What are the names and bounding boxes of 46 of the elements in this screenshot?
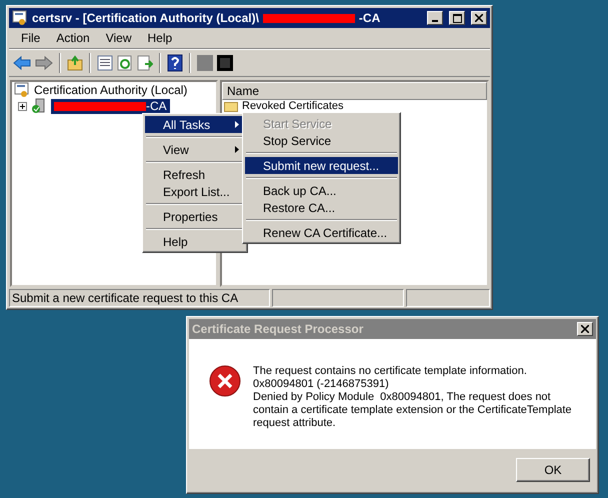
menu-item[interactable]: Back up CA... xyxy=(245,182,398,199)
menu-item[interactable]: All Tasks xyxy=(145,116,245,133)
menu-item[interactable]: Renew CA Certificate... xyxy=(245,224,398,241)
help-icon[interactable] xyxy=(167,54,183,72)
menu-item[interactable]: Help xyxy=(145,233,245,250)
folder-icon xyxy=(224,100,238,112)
window-title: certsrv - [Certification Authority (Local)\ xyxy=(32,11,259,25)
menu-item[interactable]: Export List... xyxy=(145,183,245,200)
error-message: The request contains no certificate template information. 0x80094801 (-2146875391) Denied by Policy Module 0x80094801, The request does not contain a certificate template extension or the CertificateTemplate request attribute. xyxy=(253,365,572,431)
dialog-title: Certificate Request Processor xyxy=(192,322,364,336)
properties-icon[interactable] xyxy=(97,55,113,71)
menu-item[interactable]: Restore CA... xyxy=(245,199,398,216)
server-icon xyxy=(31,98,47,114)
menu-item[interactable]: Submit new request... xyxy=(245,157,398,174)
close-icon xyxy=(581,325,589,333)
minimize-button[interactable] xyxy=(427,11,443,25)
menu-bar-item[interactable]: View xyxy=(98,31,140,45)
back-arrow-icon[interactable] xyxy=(13,55,31,71)
certificate-icon xyxy=(12,10,28,26)
ok-button[interactable]: OK xyxy=(516,458,590,482)
close-button[interactable] xyxy=(577,322,593,336)
column-header[interactable]: Name xyxy=(222,82,487,100)
refresh-icon[interactable] xyxy=(117,55,133,71)
menu-bar-item[interactable]: Help xyxy=(140,31,180,45)
tree-item[interactable]: -CA xyxy=(51,98,170,114)
menu-item[interactable]: Properties xyxy=(145,208,245,225)
menu-item[interactable]: Refresh xyxy=(145,166,245,183)
submenu-arrow-icon xyxy=(235,121,239,128)
status-text: Submit a new certificate request to this CA xyxy=(9,289,270,307)
menu-bar-item[interactable]: File xyxy=(13,31,48,45)
close-button[interactable] xyxy=(471,11,487,25)
maximize-button[interactable] xyxy=(449,11,465,25)
close-icon xyxy=(475,14,483,22)
list-item[interactable]: Revoked Certificates xyxy=(222,100,487,112)
menu-item[interactable]: Stop Service xyxy=(245,132,398,149)
tree-item-label: -CA xyxy=(146,99,167,113)
tree-item[interactable]: Certification Authority (Local) xyxy=(34,83,188,97)
menu-item[interactable]: View xyxy=(145,141,245,158)
expand-icon[interactable] xyxy=(18,102,27,110)
forward-arrow-icon[interactable] xyxy=(35,55,53,71)
submenu-arrow-icon xyxy=(235,146,239,153)
maximize-icon xyxy=(452,14,462,22)
error-icon xyxy=(209,365,241,397)
menu-bar-item[interactable]: Action xyxy=(48,31,98,45)
export-list-icon[interactable] xyxy=(137,55,153,71)
window-title: -CA xyxy=(358,11,380,25)
